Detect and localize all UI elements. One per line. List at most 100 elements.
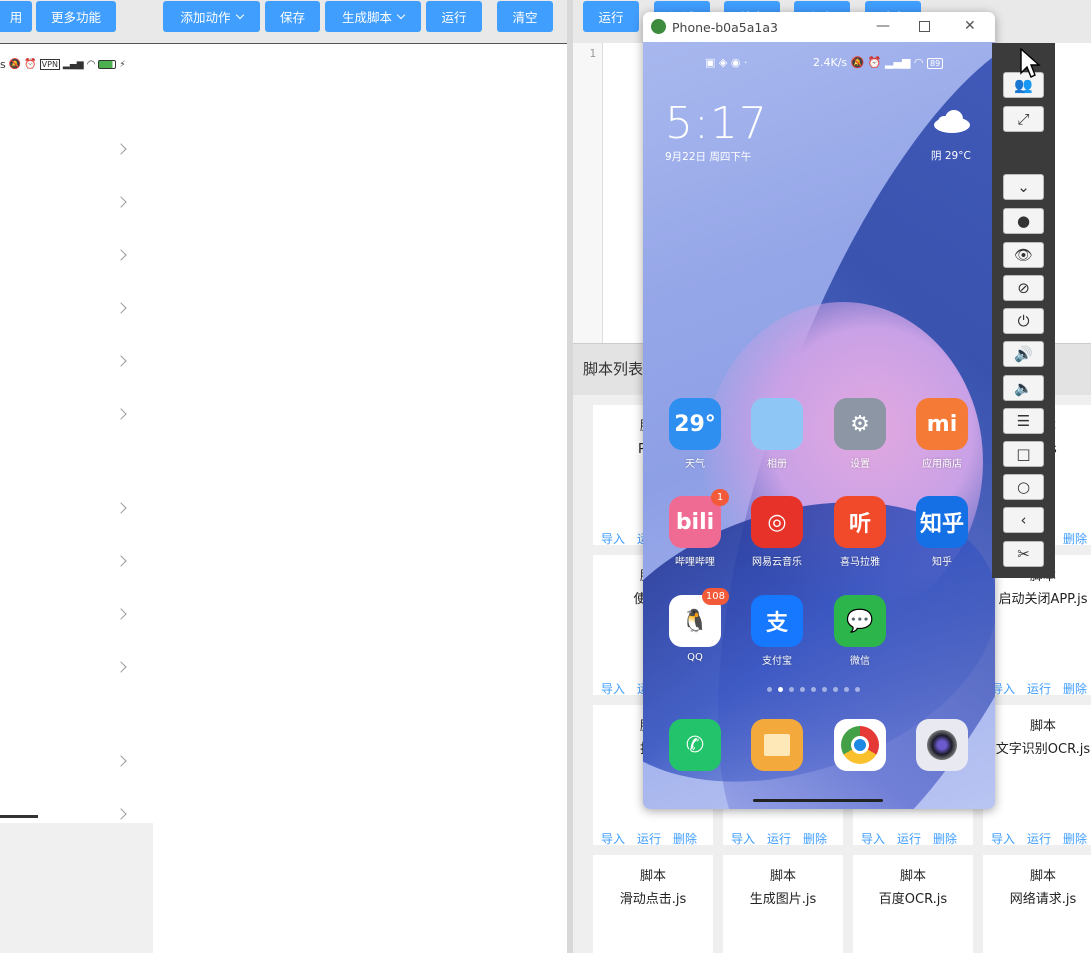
import-link[interactable]: 导入: [861, 830, 885, 847]
clock-date: 9月22日 周四下午: [665, 151, 752, 163]
app-label: 微信: [850, 656, 870, 667]
generate-script-dropdown[interactable]: 生成脚本: [325, 1, 421, 32]
delete-link[interactable]: 删除: [1063, 530, 1087, 547]
maximize-icon[interactable]: [919, 21, 930, 32]
back-button[interactable]: ‹: [1003, 507, 1044, 533]
clear-button[interactable]: 清空: [497, 1, 553, 32]
app-2[interactable]: ⚙ 设置: [820, 398, 900, 470]
app-icon-glyph: 💬: [846, 608, 874, 634]
run-link[interactable]: 运行: [897, 830, 921, 847]
app-label: 天气: [685, 459, 705, 470]
app-label: 喜马拉雅: [840, 557, 880, 568]
phone-screen[interactable]: ▣ ◈ ◉ · 2.4K/s 🔕 ⏰ ▂▄▆ ◠ 89 5:17 9月22日 周…: [643, 42, 995, 809]
script-card[interactable]: 脚本 生成图片.js: [723, 855, 843, 953]
volume-up-button[interactable]: 🔊: [1003, 341, 1044, 367]
delete-link[interactable]: 删除: [673, 830, 697, 847]
chrome-icon: [834, 719, 886, 771]
close-icon[interactable]: ✕: [964, 18, 976, 34]
chevron-down-icon: [235, 10, 244, 19]
import-link[interactable]: 导入: [601, 680, 625, 697]
power-button[interactable]: ⏻: [1003, 308, 1044, 334]
record-button[interactable]: ●: [1003, 208, 1044, 234]
card-title: 脚本: [639, 869, 666, 884]
app-7[interactable]: 知乎 知乎: [902, 496, 982, 568]
editor-run-button[interactable]: 运行: [583, 1, 639, 32]
app-1[interactable]: 相册: [737, 398, 817, 470]
scissors-button[interactable]: ✂: [1003, 541, 1044, 567]
device-panel: [0, 43, 153, 823]
app-5[interactable]: ◎ 网易云音乐: [737, 496, 817, 568]
chevron-down-icon: [396, 10, 406, 19]
delete-link[interactable]: 删除: [1063, 830, 1087, 847]
card-title: 脚本: [1029, 719, 1056, 734]
app-4[interactable]: bili 1 哔哩哔哩: [655, 489, 735, 568]
wifi-icon: ◠: [86, 59, 96, 70]
dock-chrome-app[interactable]: [820, 719, 900, 771]
dock-camera-app[interactable]: [902, 719, 982, 771]
import-link[interactable]: 导入: [601, 830, 625, 847]
app-icon: bili 1: [669, 489, 729, 548]
eye-off-button[interactable]: ⊘: [1003, 275, 1044, 301]
page-indicator: [767, 687, 860, 692]
app-icon: ◎: [751, 496, 803, 548]
app-9[interactable]: 支支付宝: [737, 595, 817, 667]
action-panel: [153, 43, 567, 953]
phone-mirror-window[interactable]: Phone-b0a5a1a3 — ✕ ▣ ◈ ◉ · 2.4K/s 🔕 ⏰ ▂▄…: [643, 12, 995, 809]
volume-up-icon: 🔊: [1014, 345, 1033, 363]
mini-status-bar: s 🔕 ⏰ VPN ▂▄▆ ◠ ⚡: [0, 58, 126, 71]
app-icon-glyph: ⚙: [850, 411, 870, 437]
delete-link[interactable]: 删除: [1063, 680, 1087, 697]
volume-down-button[interactable]: 🔈: [1003, 375, 1044, 401]
save-button[interactable]: 保存: [265, 1, 320, 32]
import-link[interactable]: 导入: [991, 830, 1015, 847]
battery-icon: [98, 60, 117, 69]
app-icon-glyph: 听: [848, 512, 871, 537]
app-icon-glyph: 知乎: [919, 512, 964, 537]
more-functions-button[interactable]: 更多功能: [36, 1, 116, 32]
run-link[interactable]: 运行: [1027, 830, 1051, 847]
app-icon-glyph: 支: [765, 611, 788, 636]
home-indicator[interactable]: [753, 799, 883, 802]
app-icon: 知乎: [916, 496, 968, 548]
minimize-icon[interactable]: —: [876, 18, 890, 34]
import-link[interactable]: 导入: [601, 530, 625, 547]
toolbar-button-partial[interactable]: 用: [0, 1, 32, 32]
home-button[interactable]: □: [1003, 441, 1044, 467]
notification-badge: 108: [701, 588, 729, 605]
app-8[interactable]: 🐧 108 QQ: [655, 588, 735, 663]
signal-icon: ▂▄▆: [62, 59, 84, 70]
dock-phone-app[interactable]: ✆: [655, 719, 735, 771]
app-3[interactable]: mi 应用商店: [902, 398, 982, 470]
app-label: 相册: [767, 459, 787, 470]
app-label: 设置: [850, 459, 870, 470]
phone-window-titlebar[interactable]: Phone-b0a5a1a3 — ✕: [643, 12, 995, 42]
app-10[interactable]: 💬 微信: [820, 595, 900, 667]
fullscreen-button[interactable]: ⤢: [1003, 106, 1044, 132]
menu-button[interactable]: ☰: [1003, 408, 1044, 434]
script-card[interactable]: 脚本 文字识别OCR.js 导入 运行 删除: [983, 705, 1091, 847]
add-action-dropdown[interactable]: 添加动作: [163, 1, 260, 32]
eye-button[interactable]: 👁: [1003, 242, 1044, 268]
camera-icon: [916, 719, 968, 771]
script-card[interactable]: 脚本 百度OCR.js: [853, 855, 973, 953]
circle-button[interactable]: ○: [1003, 474, 1044, 500]
power-icon: ⏻: [1017, 312, 1030, 330]
delete-link[interactable]: 删除: [803, 830, 827, 847]
volume-down-icon: 🔈: [1014, 379, 1033, 397]
run-link[interactable]: 运行: [1027, 680, 1051, 697]
run-button[interactable]: 运行: [426, 1, 482, 32]
app-0[interactable]: 29° 天气: [655, 398, 735, 470]
notes-icon: [751, 719, 803, 771]
run-link[interactable]: 运行: [767, 830, 791, 847]
app-6[interactable]: 听喜马拉雅: [820, 496, 900, 568]
phone-icon: ✆: [669, 719, 721, 771]
dock-notes-app[interactable]: [737, 719, 817, 771]
script-name: 生成图片.js: [749, 892, 817, 907]
script-card[interactable]: 脚本 滑动点击.js: [593, 855, 713, 953]
import-link[interactable]: 导入: [731, 830, 755, 847]
delete-link[interactable]: 删除: [933, 830, 957, 847]
script-card[interactable]: 脚本 网络请求.js: [983, 855, 1091, 953]
expand-down-button[interactable]: ⌄: [1003, 174, 1044, 200]
run-link[interactable]: 运行: [637, 830, 661, 847]
script-name: 百度OCR.js: [878, 892, 948, 907]
